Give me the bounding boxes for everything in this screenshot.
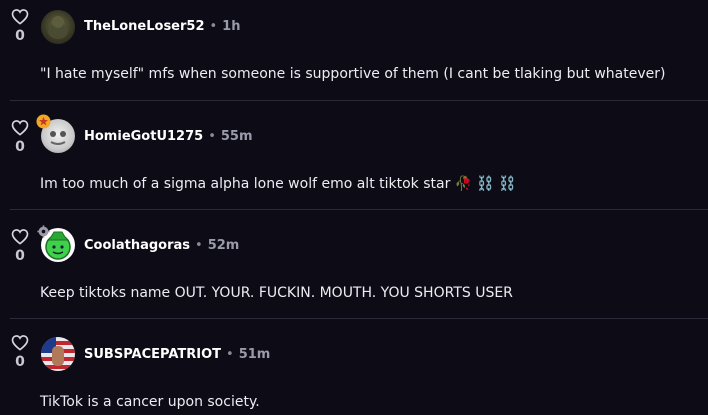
avatar[interactable] — [41, 10, 75, 44]
comment-item: 0 Coolathagoras • 52m Keep tiktoks name OU… — [0, 210, 708, 318]
comment-item: 0 HomieGotU1275 • 55m Im too much of a sig… — [0, 101, 708, 209]
username[interactable]: HomieGotU1275 — [84, 129, 203, 144]
gear-badge-icon — [37, 223, 50, 242]
separator-dot: • — [195, 238, 203, 253]
comment-header: TheLoneLoser52 • 1h — [84, 19, 240, 34]
patriot-flag-avatar-icon — [41, 337, 75, 371]
star-badge-icon — [36, 114, 51, 133]
comment-text: TikTok is a cancer upon society. — [40, 394, 260, 410]
comment-text: "I hate myself" mfs when someone is supp… — [40, 66, 666, 82]
like-count: 0 — [15, 354, 25, 370]
like-count: 0 — [15, 139, 25, 155]
username[interactable]: TheLoneLoser52 — [84, 19, 205, 34]
heart-icon[interactable] — [11, 228, 29, 245]
comment-header: Coolathagoras • 52m — [84, 238, 239, 253]
comment-header: HomieGotU1275 • 55m — [84, 129, 253, 144]
like-count: 0 — [15, 28, 25, 44]
timestamp[interactable]: 1h — [222, 19, 240, 34]
username[interactable]: SUBSPACEPATRIOT — [84, 347, 221, 362]
separator-dot: • — [209, 19, 218, 34]
like-count: 0 — [15, 248, 25, 264]
comment-text: Keep tiktoks name OUT. YOUR. FUCKIN. MOU… — [40, 285, 513, 301]
comment-text: Im too much of a sigma alpha lone wolf e… — [40, 176, 516, 192]
separator-dot: • — [226, 347, 234, 362]
heart-icon[interactable] — [11, 334, 29, 351]
comment-item: 0 TheLoneLoser52 • 1h "I hate myself" mfs … — [0, 0, 708, 100]
comment-feed: 0 TheLoneLoser52 • 1h "I hate myself" mfs … — [0, 0, 708, 415]
like-control[interactable]: 0 — [10, 334, 30, 370]
username[interactable]: Coolathagoras — [84, 238, 190, 253]
timestamp[interactable]: 51m — [239, 347, 271, 362]
heart-icon[interactable] — [11, 119, 29, 136]
comment-item: 0 SUBSPACEPATRIOT • 51m TikTok is a cancer… — [0, 319, 708, 415]
comment-header: SUBSPACEPATRIOT • 51m — [84, 347, 270, 362]
like-control[interactable]: 0 — [10, 119, 30, 155]
like-control[interactable]: 0 — [10, 228, 30, 264]
dark-green-avatar-icon — [48, 16, 68, 39]
timestamp[interactable]: 55m — [221, 129, 253, 144]
like-control[interactable]: 0 — [10, 8, 30, 44]
heart-icon[interactable] — [11, 8, 29, 25]
timestamp[interactable]: 52m — [208, 238, 240, 253]
separator-dot: • — [208, 129, 216, 144]
avatar[interactable] — [41, 337, 75, 371]
